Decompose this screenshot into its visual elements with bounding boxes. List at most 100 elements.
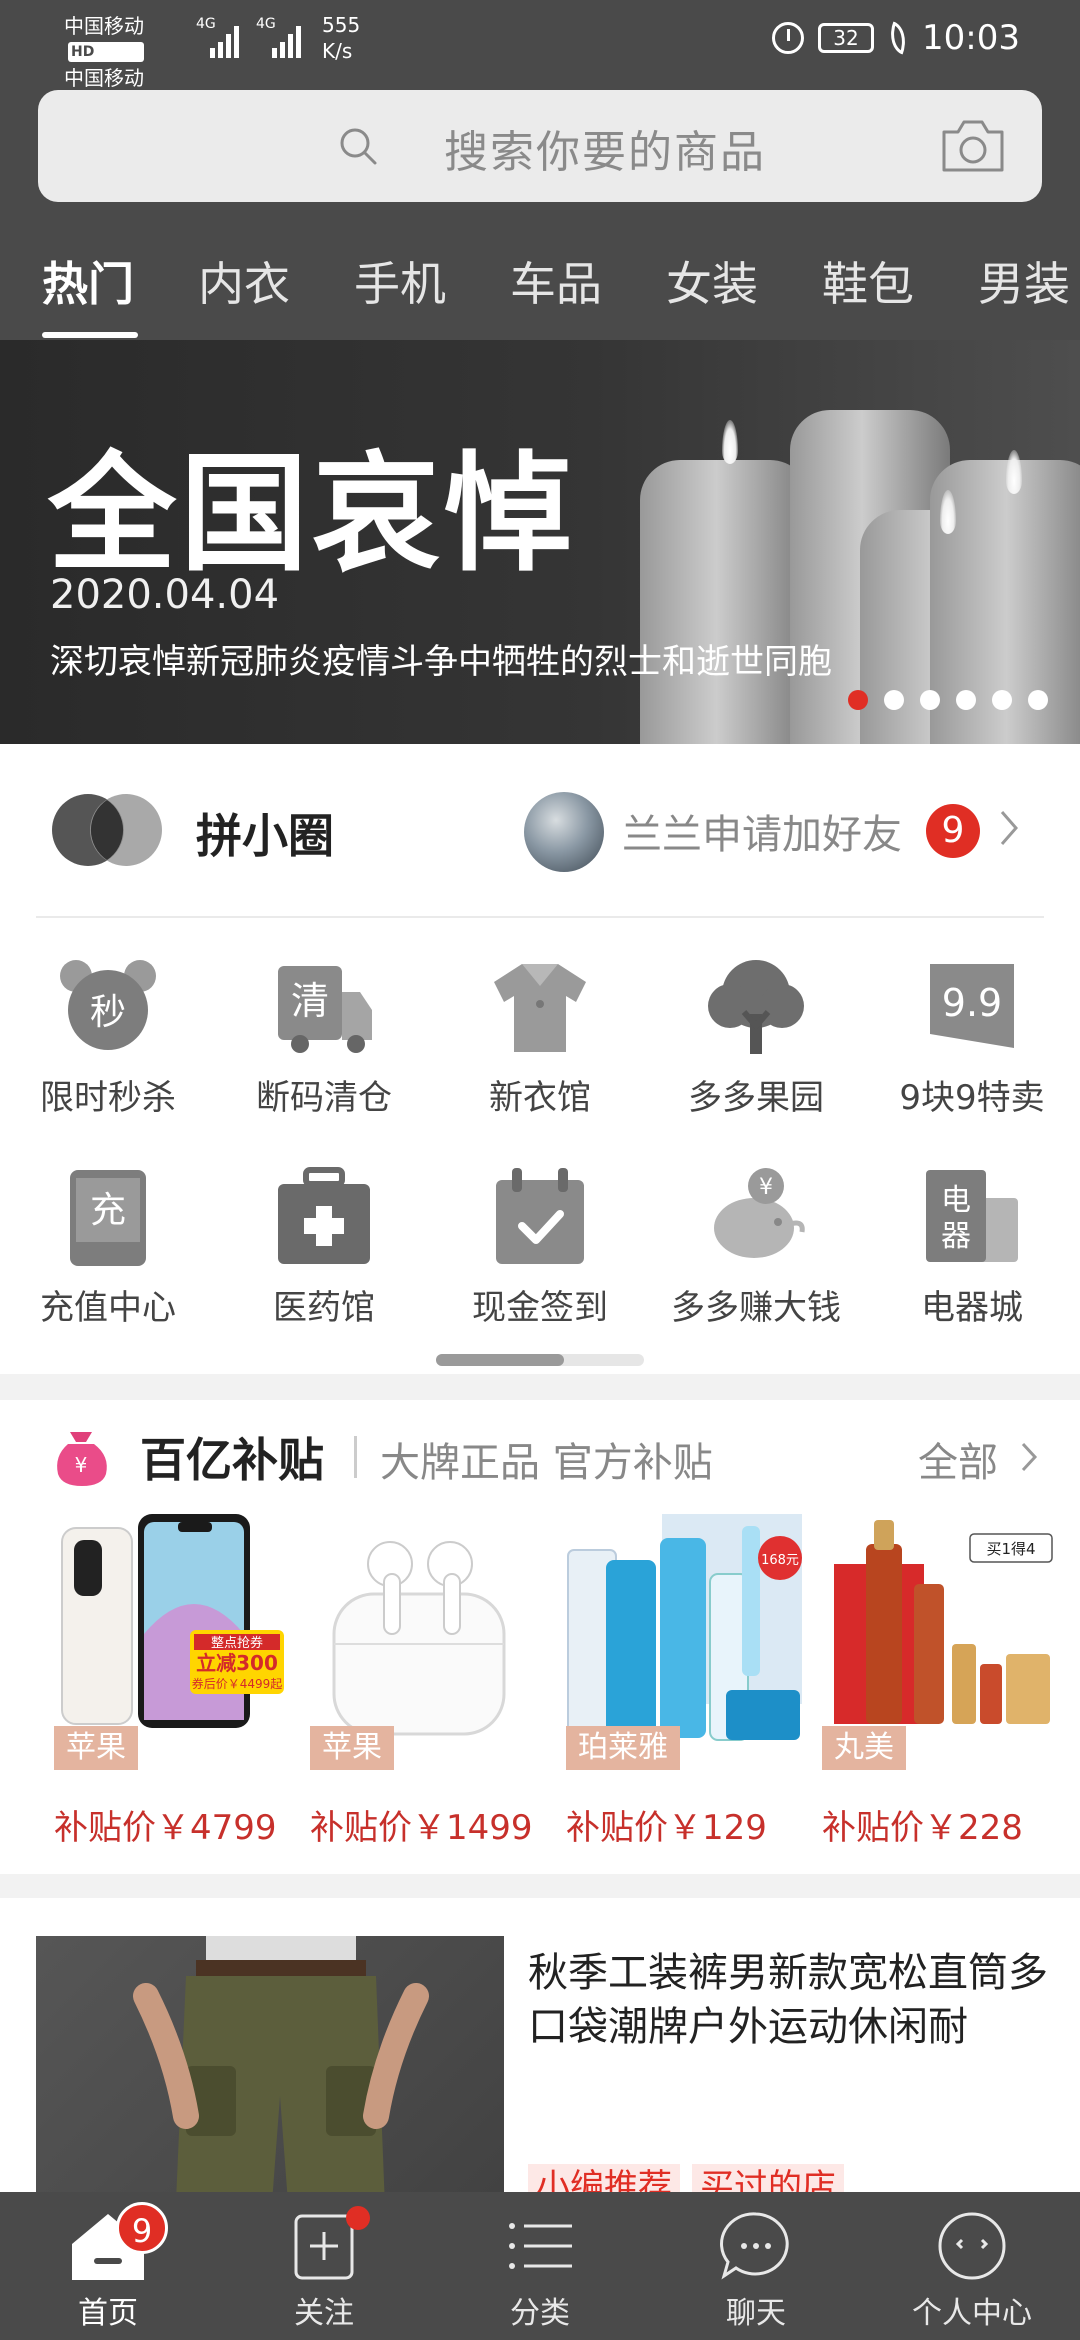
grid-item-appliances[interactable]: 电 器 电器城 [864,1164,1080,1329]
signal-icon: 4G [256,16,312,58]
product-card[interactable]: 苹果 补贴价￥1499 [310,1514,546,1854]
grid-item-flash-sale[interactable]: 秒 限时秒杀 [0,954,216,1119]
friend-request-text[interactable]: 兰兰申请加好友 [622,802,902,860]
carrier-1: 中国移动 HD [64,14,144,62]
svg-text:整点抢券: 整点抢券 [211,1635,263,1651]
brand-tag: 苹果 [54,1726,138,1770]
price-tag-icon: 9.9 [930,964,1014,1048]
tab-underwear[interactable]: 内衣 [198,248,290,314]
medicine-box-icon [278,1167,370,1264]
candle-image [640,460,810,744]
tab-bags[interactable]: 鞋包 [822,248,914,314]
grid-item-orchard[interactable]: 多多果园 [648,954,864,1119]
chat-icon [720,2212,789,2280]
category-tabs: 热门 内衣 手机 车品 女装 鞋包 男装 [0,236,1080,340]
avatar[interactable] [524,792,604,872]
nav-category[interactable]: 分类 [432,2192,648,2340]
tab-mens[interactable]: 男装 [978,248,1070,314]
nav-home[interactable]: 9 首页 [0,2192,216,2340]
svg-text:充: 充 [90,1190,126,1231]
bottom-nav: 9 首页 关注 分类 聊天 个人中心 [0,2192,1080,2340]
feed-title[interactable]: 秋季工装裤男新款宽松直筒多口袋潮牌户外运动休闲耐 [528,1946,1048,2054]
subsidy-card: ¥ 百亿补贴 大牌正品 官方补贴 全部 整点抢券 立减300 券后价￥4499起… [0,1400,1080,1874]
grid-item-9-9-sale[interactable]: 9.9 9块9特卖 [864,954,1080,1119]
product-card[interactable]: 买1得4 丸美 补贴价￥228 [822,1514,1058,1854]
svg-text:买1得4: 买1得4 [986,1540,1035,1558]
svg-text:券后价￥4499起: 券后价￥4499起 [192,1676,283,1691]
svg-text:器: 器 [941,1219,971,1254]
grid-scroll-indicator [436,1354,644,1366]
subsidy-title: 百亿补贴 [140,1433,324,1487]
circle-title[interactable]: 拼小圈 [196,800,334,866]
profile-icon [938,2212,1006,2280]
grid-item-earn-money[interactable]: ¥ 多多赚大钱 [648,1164,864,1329]
svg-text:¥: ¥ [75,1453,88,1477]
circle-logo-icon[interactable] [50,792,164,868]
product-image: 168元 [567,1514,802,1741]
calendar-check-icon [496,1168,584,1264]
grid-item-pharmacy[interactable]: 医药馆 [216,1164,432,1329]
svg-text:¥: ¥ [759,1175,773,1200]
product-card[interactable]: 整点抢券 立减300 券后价￥4499起 苹果 补贴价￥4799 [54,1514,290,1854]
recharge-icon: 充 [70,1170,146,1266]
carousel-dot[interactable] [956,690,976,710]
feature-card: 拼小圈 兰兰申请加好友 9 秒 限时秒杀 清 断码清仓 新衣馆 多多果园 9.9… [0,744,1080,1374]
top-header: 中国移动HD 中国移动HD 4G 4G 555 K/s 32 10:03 [0,0,1080,340]
grid-item-check-in[interactable]: 现金签到 [432,1164,648,1329]
clock: 10:03 [922,18,1020,58]
nav-chat[interactable]: 聊天 [648,2192,864,2340]
nav-profile[interactable]: 个人中心 [864,2192,1080,2340]
nav-follow[interactable]: 关注 [216,2192,432,2340]
search-bar[interactable]: 搜索你要的商品 [38,90,1042,202]
svg-text:9.9: 9.9 [942,981,1002,1025]
grid-item-new-clothes[interactable]: 新衣馆 [432,954,648,1119]
grid-item-recharge[interactable]: 充 充值中心 [0,1164,216,1329]
shirt-icon [494,964,586,1052]
product-price: 补贴价￥228 [822,1808,1023,1848]
notification-dot [346,2206,370,2230]
appliance-icon: 电 器 [926,1170,1018,1262]
camera-icon[interactable] [940,118,1006,174]
tab-indicator [42,332,138,338]
alarm-icon [772,22,805,54]
brand-tag: 苹果 [310,1726,394,1770]
flame [1006,450,1022,494]
money-bag-icon: ¥ [57,1432,107,1486]
tab-car[interactable]: 车品 [510,248,602,314]
svg-text:电: 电 [941,1183,971,1218]
carousel-dot[interactable] [920,690,940,710]
product-price: 补贴价￥129 [566,1808,767,1848]
product-image [332,1541,506,1736]
grid-item-clearance[interactable]: 清 断码清仓 [216,954,432,1119]
carousel-dot[interactable] [848,690,868,710]
power-saving-icon [883,21,913,55]
carousel-dot[interactable] [884,690,904,710]
carousel-dot[interactable] [1028,690,1048,710]
piggy-bank-icon: ¥ [714,1168,805,1258]
brand-tag: 丸美 [822,1726,906,1770]
carousel-dot[interactable] [992,690,1012,710]
scroll-thumb [436,1354,564,1366]
status-bar: 中国移动HD 中国移动HD 4G 4G 555 K/s 32 10:03 [0,0,1080,114]
product-image: 买1得4 [834,1520,1053,1724]
tab-phones[interactable]: 手机 [354,248,446,314]
banner-date: 2020.04.04 [50,572,280,618]
tab-womens[interactable]: 女装 [666,248,758,314]
svg-text:清: 清 [291,979,329,1023]
tab-hot[interactable]: 热门 [42,248,134,314]
product-card[interactable]: 168元 珀莱雅 补贴价￥129 [566,1514,802,1854]
flame [722,420,738,464]
search-placeholder: 搜索你要的商品 [444,127,766,178]
nav-badge: 9 [116,2202,168,2254]
signal-icon: 4G [196,16,246,58]
chevron-right-icon[interactable] [1020,1440,1038,1474]
subsidy-subtitle: 大牌正品 官方补贴 [380,1440,713,1486]
chevron-right-icon[interactable] [998,806,1020,850]
category-icon [509,2223,572,2269]
svg-text:秒: 秒 [90,992,126,1033]
memorial-banner[interactable]: 全国哀悼 2020.04.04 深切哀悼新冠肺炎疫情斗争中牺牲的烈士和逝世同胞 [0,340,1080,744]
view-all-link[interactable]: 全部 [918,1430,998,1488]
net-speed: 555 K/s [322,13,361,63]
status-right: 32 10:03 [772,18,1020,58]
brand-tag: 珀莱雅 [566,1726,680,1770]
